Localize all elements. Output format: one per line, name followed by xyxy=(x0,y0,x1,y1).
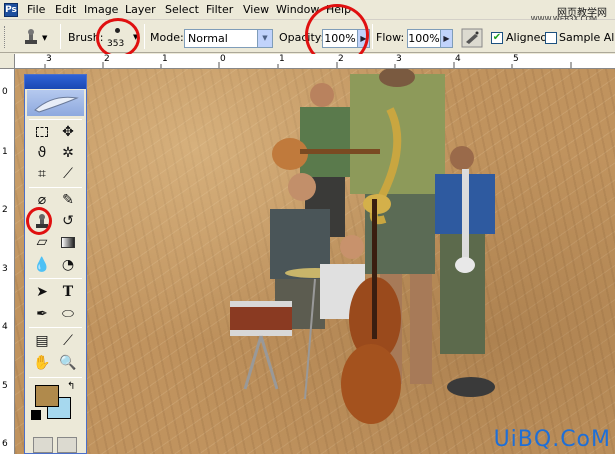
standard-mode-button[interactable] xyxy=(33,437,53,453)
ruler-label: 4 xyxy=(455,54,461,64)
path-select-icon[interactable]: ➤ xyxy=(31,282,53,303)
gradient-icon[interactable] xyxy=(57,232,79,253)
swap-colors-icon[interactable]: ↰ xyxy=(67,381,75,392)
watermark-uibq: UiBQ.CoM xyxy=(493,427,611,452)
opacity-input[interactable]: 100% xyxy=(322,29,358,48)
options-bar: ▼ Brush: 353 ▼ Mode: Normal ▼ Opacity: 1… xyxy=(0,4,615,66)
ruler-label: 1 xyxy=(162,54,168,64)
brush-tip-icon xyxy=(115,28,120,33)
blur-icon[interactable]: 💧 xyxy=(31,255,53,276)
vertical-ruler[interactable]: 0 1 2 3 4 5 6 xyxy=(0,69,15,454)
opacity-slider-toggle[interactable]: ▶ xyxy=(357,29,370,48)
mode-select[interactable]: Normal ▼ xyxy=(184,29,273,48)
menu-window[interactable]: Window xyxy=(276,3,319,16)
ruler-label: 3 xyxy=(396,54,402,64)
history-brush-icon[interactable]: ↺ xyxy=(57,211,79,232)
menu-select[interactable]: Select xyxy=(165,3,199,16)
airbrush-icon[interactable] xyxy=(461,28,483,48)
photoshop-app-icon[interactable]: Ps xyxy=(4,3,18,17)
clone-stamp-icon[interactable] xyxy=(31,211,53,232)
ruler-label: 6 xyxy=(2,439,8,449)
eraser-icon[interactable]: ▱ xyxy=(31,232,53,253)
ruler-label: 4 xyxy=(2,322,8,332)
ruler-label: 5 xyxy=(2,381,8,391)
ruler-label: 0 xyxy=(2,87,8,97)
horizontal-ruler[interactable]: 3 2 1 0 1 2 3 4 5 xyxy=(15,54,615,69)
healing-brush-icon[interactable]: ⌀ xyxy=(31,190,53,211)
type-icon[interactable]: T xyxy=(57,282,79,303)
menu-help[interactable]: Help xyxy=(326,3,351,16)
aligned-label: Aligned xyxy=(506,31,548,44)
lasso-icon[interactable]: ϑ xyxy=(31,143,53,164)
ruler-label: 1 xyxy=(279,54,285,64)
ruler-label: 5 xyxy=(513,54,519,64)
brush-size-value: 353 xyxy=(107,39,125,49)
ruler-label: 2 xyxy=(338,54,344,64)
menu-view[interactable]: View xyxy=(243,3,269,16)
slice-icon[interactable]: ⟋ xyxy=(57,164,79,185)
chevron-down-icon: ▼ xyxy=(257,30,272,47)
menu-bar: Ps File Edit Image Layer Select Filter V… xyxy=(0,0,615,23)
options-grip[interactable] xyxy=(4,26,7,48)
default-colors-icon[interactable] xyxy=(31,410,41,420)
ruler-label: 2 xyxy=(2,205,8,215)
shape-icon[interactable]: ⬭ xyxy=(57,304,79,325)
aligned-checkbox[interactable]: ✔ xyxy=(491,32,503,44)
hand-icon[interactable]: ✋ xyxy=(31,353,53,374)
opacity-label: Opacity: xyxy=(279,31,325,44)
tool-preset-dropdown[interactable]: ▼ xyxy=(42,34,47,42)
flow-label: Flow: xyxy=(376,31,405,44)
brush-picker-dropdown[interactable]: ▼ xyxy=(133,33,138,41)
musicians-collage-image xyxy=(230,69,495,424)
brush-preview[interactable]: 353 xyxy=(99,22,135,52)
mode-label: Mode: xyxy=(150,31,184,44)
mode-value: Normal xyxy=(188,32,228,45)
menu-file[interactable]: File xyxy=(27,3,45,16)
notes-icon[interactable]: ▤ xyxy=(31,331,53,352)
sample-all-layers-checkbox[interactable] xyxy=(545,32,557,44)
toolbox-panel: ✥ ϑ ✲ ⌗ ⟋ ⌀ ✎ ↺ ▱ 💧 ◔ ➤ T ✒ ⬭ ▤ ⟋ ✋ 🔍 ↰ xyxy=(24,74,87,454)
marquee-icon[interactable] xyxy=(31,122,53,143)
ruler-label: 3 xyxy=(2,264,8,274)
eyedropper-icon[interactable]: ⟋ xyxy=(57,331,79,352)
sample-all-layers-label: Sample All La xyxy=(559,31,615,44)
magic-wand-icon[interactable]: ✲ xyxy=(57,143,79,164)
menu-image[interactable]: Image xyxy=(84,3,118,16)
foreground-color-swatch[interactable] xyxy=(35,385,59,407)
clarinet-player-figure xyxy=(435,146,495,397)
menu-filter[interactable]: Filter xyxy=(206,3,233,16)
brush-icon[interactable]: ✎ xyxy=(57,190,79,211)
ruler-origin[interactable] xyxy=(0,54,15,69)
ruler-label: 3 xyxy=(46,54,52,64)
zoom-icon[interactable]: 🔍 xyxy=(57,353,79,374)
quick-mask-button[interactable] xyxy=(57,437,77,453)
ruler-label: 1 xyxy=(2,147,8,157)
flow-input[interactable]: 100% xyxy=(407,29,441,48)
flow-slider-toggle[interactable]: ▶ xyxy=(440,29,453,48)
document-canvas[interactable]: UiBQ.CoM xyxy=(15,69,615,454)
clone-stamp-preset-icon[interactable] xyxy=(22,28,40,46)
dodge-icon[interactable]: ◔ xyxy=(57,255,79,276)
menu-edit[interactable]: Edit xyxy=(55,3,76,16)
ruler-label: 0 xyxy=(220,54,226,64)
toolbox-title-bar[interactable] xyxy=(25,75,86,89)
move-icon[interactable]: ✥ xyxy=(57,122,79,143)
adobe-feather-logo[interactable] xyxy=(27,90,84,116)
menu-layer[interactable]: Layer xyxy=(125,3,156,16)
ruler-label: 2 xyxy=(104,54,110,64)
pen-icon[interactable]: ✒ xyxy=(31,304,53,325)
crop-icon[interactable]: ⌗ xyxy=(31,164,53,185)
